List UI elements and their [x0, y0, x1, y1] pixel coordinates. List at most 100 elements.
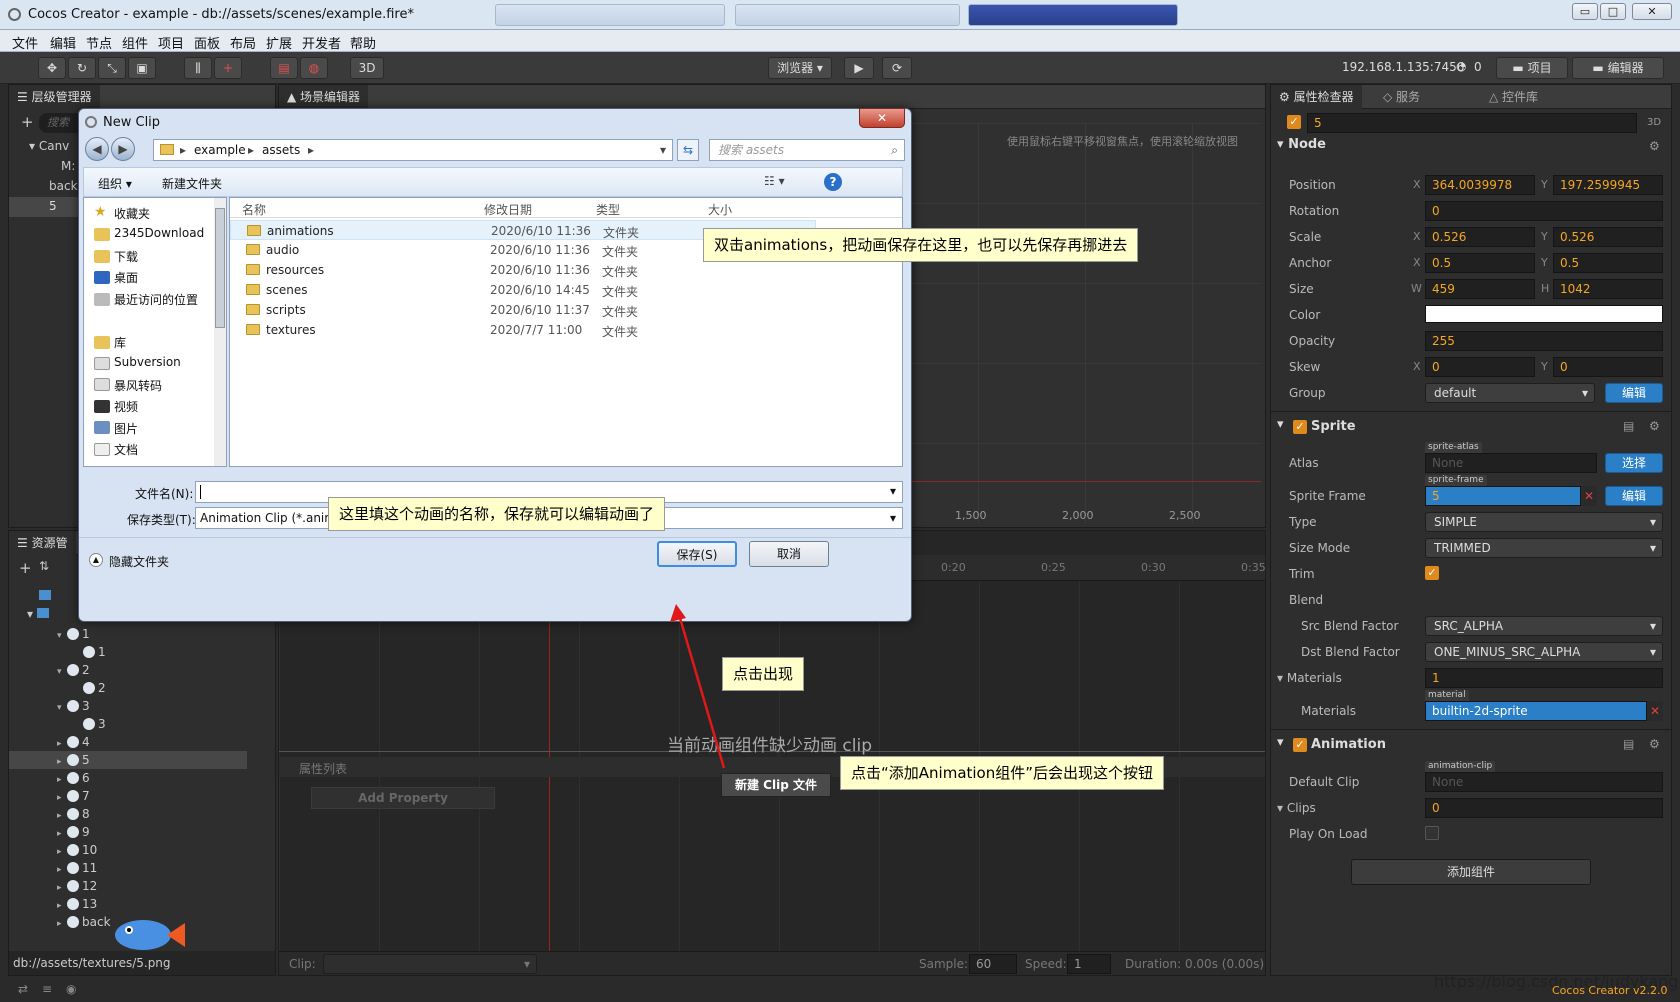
close-button[interactable]: ✕ — [1632, 3, 1672, 20]
3d-toggle-button[interactable]: 3D — [350, 57, 384, 79]
sort-icon[interactable]: ⇅ — [39, 559, 49, 573]
play-icon[interactable]: ▶ — [844, 57, 874, 79]
color-picker[interactable] — [1425, 305, 1663, 323]
skew-x-input[interactable]: 0 — [1425, 357, 1535, 377]
menu-layout[interactable]: 布局 — [230, 33, 256, 52]
edit-sprite-frame-button[interactable]: 编辑 — [1605, 486, 1663, 506]
edit-group-button[interactable]: 编辑 — [1605, 383, 1663, 403]
nav-item[interactable]: 图片 — [114, 420, 138, 437]
src-blend-select[interactable]: SRC_ALPHA ▾ — [1425, 616, 1663, 636]
asset-tree-item[interactable]: ▸ 5 — [9, 751, 247, 769]
hide-folders-toggle[interactable]: 隐藏文件夹 — [109, 553, 169, 570]
view-icon[interactable]: ☷ ▾ — [764, 174, 785, 188]
global-icon[interactable]: ◍ — [300, 57, 328, 79]
back-icon[interactable]: ◀ — [85, 137, 109, 161]
tab-scene[interactable]: ▲ 场景编辑器 — [279, 85, 369, 109]
nav-favorites[interactable]: 收藏夹 — [114, 205, 150, 222]
settings-gear-icon[interactable]: ⚙ — [1649, 419, 1660, 433]
browser-tab[interactable] — [495, 4, 725, 26]
dialog-close-button[interactable]: ✕ — [859, 108, 905, 128]
node-name-input[interactable]: 5 — [1307, 113, 1637, 133]
asset-tree-item[interactable]: ▸ 6 — [57, 769, 90, 787]
clear-icon[interactable]: ✕ — [1581, 486, 1597, 506]
dst-blend-select[interactable]: ONE_MINUS_SRC_ALPHA ▾ — [1425, 642, 1663, 662]
materials-count-input[interactable]: 1 — [1425, 668, 1663, 688]
tab-hierarchy[interactable]: ☰ 层级管理器 — [9, 85, 100, 109]
sprite-section-header[interactable]: ▾ — [1277, 417, 1284, 439]
trim-checkbox[interactable]: ✓ — [1425, 566, 1439, 580]
column-type[interactable]: 类型 — [596, 201, 620, 218]
asset-tree-item[interactable]: ▸ 8 — [57, 805, 90, 823]
sample-input[interactable]: 60 — [969, 954, 1017, 974]
doc-icon[interactable]: ▤ — [1623, 737, 1634, 751]
asset-tree-item[interactable]: ▸ 9 — [57, 823, 90, 841]
materials-label[interactable]: ▾ Materials — [1277, 671, 1342, 685]
save-button[interactable]: 保存(S) — [657, 541, 737, 567]
skew-y-input[interactable]: 0 — [1553, 357, 1663, 377]
asset-tree-item[interactable]: ▸ 12 — [57, 877, 97, 895]
nav-item[interactable]: 最近访问的位置 — [114, 291, 198, 308]
clip-select[interactable]: ▾ — [323, 954, 537, 974]
position-x-input[interactable]: 364.0039978 — [1425, 175, 1535, 195]
column-date[interactable]: 修改日期 — [484, 201, 532, 218]
asset-tree-item[interactable]: ▸ back — [57, 913, 111, 931]
file-row[interactable]: resources 2020/6/10 11:36 文件夹 — [230, 260, 816, 280]
select-atlas-button[interactable]: 选择 — [1605, 453, 1663, 473]
browser-tab[interactable] — [735, 4, 960, 26]
menu-file[interactable]: 文件 — [12, 33, 38, 52]
clips-label[interactable]: ▾ Clips — [1277, 801, 1316, 815]
rotation-input[interactable]: 0 — [1425, 201, 1663, 221]
sprite-frame-field[interactable]: 5 — [1425, 486, 1581, 506]
nav-scrollbar[interactable] — [214, 198, 226, 466]
material-field[interactable]: builtin-2d-sprite — [1425, 701, 1647, 721]
address-bar[interactable]: ▸ example ▸ assets ▸ ▾ — [153, 139, 673, 161]
nav-item[interactable]: 桌面 — [114, 269, 138, 286]
tree-item[interactable]: M: — [61, 159, 75, 173]
nav-item[interactable]: 2345Download — [114, 226, 204, 240]
asset-tree-item[interactable]: ▸ 11 — [57, 859, 97, 877]
new-folder-button[interactable]: 新建文件夹 — [162, 175, 222, 192]
file-row[interactable]: scenes 2020/6/10 14:45 文件夹 — [230, 280, 816, 300]
tree-item-selected[interactable]: 5 — [49, 199, 57, 213]
chevron-down-icon[interactable]: ▾ — [57, 627, 67, 645]
opacity-input[interactable]: 255 — [1425, 331, 1663, 351]
anchor-y-input[interactable]: 0.5 — [1553, 253, 1663, 273]
asset-tree-item[interactable]: ▸ 10 — [57, 841, 97, 859]
help-icon[interactable]: ? — [824, 173, 842, 191]
column-size[interactable]: 大小 — [708, 201, 732, 218]
nav-item[interactable]: Subversion — [114, 355, 181, 369]
clips-count-input[interactable]: 0 — [1425, 798, 1663, 818]
forward-icon[interactable]: ▶ — [111, 137, 135, 161]
sizemode-select[interactable]: TRIMMED ▾ — [1425, 538, 1663, 558]
maximize-button[interactable]: □ — [1600, 3, 1626, 20]
nav-item[interactable]: 视频 — [114, 398, 138, 415]
sprite-enabled-checkbox[interactable]: ✓ — [1293, 420, 1307, 434]
menu-extension[interactable]: 扩展 — [266, 33, 292, 52]
add-asset-icon[interactable]: + — [19, 559, 32, 577]
speed-input[interactable]: 1 — [1067, 954, 1111, 974]
preview-platform-select[interactable]: 浏览器 ▾ — [768, 57, 832, 79]
breadcrumb-item[interactable]: assets — [262, 143, 300, 157]
tab-inspector[interactable]: ⚙ 属性检查器 — [1271, 85, 1362, 109]
file-row[interactable]: scripts 2020/6/10 11:37 文件夹 — [230, 300, 816, 320]
add-node-icon[interactable]: + — [21, 113, 34, 131]
move-tool-icon[interactable]: ✥ — [38, 57, 66, 79]
asset-tree-item[interactable]: ▸ 13 — [57, 895, 97, 913]
align-center-icon[interactable]: + — [214, 57, 242, 79]
nav-item[interactable]: 暴风转码 — [114, 377, 162, 394]
open-project-button[interactable]: ▬ 项目 — [1496, 57, 1568, 79]
add-property-button[interactable]: Add Property — [311, 787, 495, 809]
cancel-button[interactable]: 取消 — [749, 541, 829, 567]
breadcrumb-item[interactable]: example — [194, 143, 246, 157]
chevron-down-icon[interactable]: ▾ — [57, 699, 67, 717]
clear-icon[interactable]: ✕ — [1647, 701, 1663, 721]
menu-panel[interactable]: 面板 — [194, 33, 220, 52]
menu-node[interactable]: 节点 — [86, 33, 112, 52]
atlas-field[interactable]: None — [1425, 453, 1597, 473]
nav-library[interactable]: 库 — [114, 334, 126, 351]
node-section-header[interactable]: ▾ Node — [1277, 137, 1326, 159]
settings-gear-icon[interactable]: ⚙ — [1649, 139, 1660, 153]
asset-tree-subitem[interactable]: 2 — [83, 679, 106, 697]
animation-enabled-checkbox[interactable]: ✓ — [1293, 738, 1307, 752]
menu-help[interactable]: 帮助 — [350, 33, 376, 52]
